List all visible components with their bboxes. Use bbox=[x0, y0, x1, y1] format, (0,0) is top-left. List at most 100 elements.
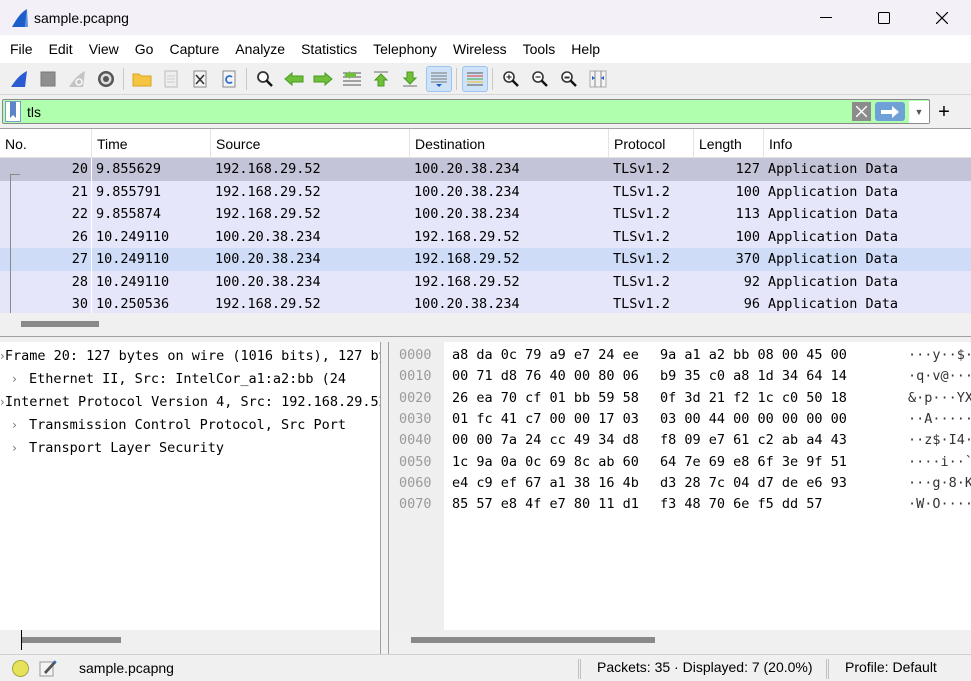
hex-ascii[interactable]: ···y··$· bbox=[908, 345, 971, 366]
close-file-button[interactable] bbox=[187, 66, 213, 92]
auto-scroll-button[interactable] bbox=[425, 65, 452, 92]
cell-source: 100.20.38.234 bbox=[215, 273, 321, 290]
details-tree-item[interactable]: › Transport Layer Security bbox=[0, 436, 380, 459]
bytes-horizontal-scrollbar[interactable] bbox=[389, 630, 971, 654]
colorize-button[interactable] bbox=[461, 65, 488, 92]
chevron-right-icon[interactable]: › bbox=[0, 372, 29, 386]
packet-row[interactable]: 26 10.249110 100.20.38.234 192.168.29.52 TLS… bbox=[0, 225, 971, 248]
zoom-in-button[interactable] bbox=[498, 66, 524, 92]
menu-wireless[interactable]: Wireless bbox=[445, 41, 515, 57]
hex-ascii[interactable]: ·q·v@··· bbox=[908, 366, 971, 387]
cell-source: 192.168.29.52 bbox=[215, 161, 321, 177]
column-header-length[interactable]: Length bbox=[694, 129, 764, 158]
resize-columns-button[interactable] bbox=[585, 66, 611, 92]
stop-capture-button[interactable] bbox=[35, 66, 61, 92]
capture-options-button[interactable] bbox=[93, 66, 119, 92]
hex-bytes-second[interactable]: 64 7e 69 e8 6f 3e 9f 51 bbox=[660, 452, 847, 473]
menu-go[interactable]: Go bbox=[127, 41, 162, 57]
packet-row[interactable]: 27 10.249110 100.20.38.234 192.168.29.52 TLS… bbox=[0, 248, 971, 271]
hex-ascii[interactable]: &·p···YX bbox=[908, 388, 971, 409]
packet-row[interactable]: 28 10.249110 100.20.38.234 192.168.29.52 TLS… bbox=[0, 270, 971, 293]
scrollbar-thumb[interactable] bbox=[411, 637, 655, 643]
add-filter-button-button[interactable]: + bbox=[934, 100, 954, 124]
edit-comment-icon[interactable] bbox=[39, 659, 57, 677]
hex-ascii[interactable]: ····i··` bbox=[908, 452, 971, 473]
restart-capture-button[interactable] bbox=[64, 66, 90, 92]
packet-row[interactable]: 21 9.855791 192.168.29.52 100.20.38.234 TLSv… bbox=[0, 180, 971, 203]
display-filter-input[interactable] bbox=[21, 100, 852, 123]
hex-bytes-second[interactable]: d3 28 7c 04 d7 de e6 93 bbox=[660, 473, 847, 494]
hex-bytes-second[interactable]: f8 09 e7 61 c2 ab a4 43 bbox=[660, 430, 847, 451]
menu-file[interactable]: File bbox=[2, 41, 41, 57]
expert-info-indicator-icon[interactable] bbox=[12, 659, 29, 677]
hex-bytes-first[interactable]: 00 71 d8 76 40 00 80 06 bbox=[452, 366, 639, 387]
menu-help[interactable]: Help bbox=[563, 41, 608, 57]
hex-bytes-second[interactable]: 03 00 44 00 00 00 00 00 bbox=[660, 409, 847, 430]
details-tree-item[interactable]: › Internet Protocol Version 4, Src: 192.1… bbox=[0, 390, 380, 413]
menu-tools[interactable]: Tools bbox=[515, 41, 564, 57]
gear-icon bbox=[97, 70, 114, 87]
hex-bytes-first[interactable]: 00 00 7a 24 cc 49 34 d8 bbox=[452, 430, 639, 451]
hex-ascii[interactable]: ·W·O···· bbox=[908, 494, 971, 515]
start-capture-button[interactable] bbox=[6, 66, 32, 92]
go-to-packet-button[interactable] bbox=[339, 66, 365, 92]
hex-bytes-first[interactable]: a8 da 0c 79 a9 e7 24 ee bbox=[452, 345, 639, 366]
packet-row[interactable]: 20 9.855629 192.168.29.52 100.20.38.234 TLSv… bbox=[0, 158, 971, 181]
details-tree-item[interactable]: › Frame 20: 127 bytes on wire (1016 bits)… bbox=[0, 344, 380, 367]
column-header-time[interactable]: Time bbox=[92, 129, 211, 158]
column-header-no[interactable]: No. bbox=[0, 129, 92, 158]
filter-history-dropdown[interactable]: ▼ bbox=[909, 100, 929, 123]
cell-destination: 192.168.29.52 bbox=[414, 228, 520, 245]
menu-view[interactable]: View bbox=[81, 41, 127, 57]
reload-file-button[interactable] bbox=[216, 66, 242, 92]
chevron-right-icon[interactable]: › bbox=[0, 418, 29, 432]
hex-bytes-first[interactable]: 26 ea 70 cf 01 bb 59 58 bbox=[452, 388, 639, 409]
details-horizontal-scrollbar[interactable] bbox=[0, 630, 380, 654]
hex-bytes-first[interactable]: 01 fc 41 c7 00 00 17 03 bbox=[452, 409, 639, 430]
hex-bytes-second[interactable]: f3 48 70 6e f5 dd 57 bbox=[660, 494, 823, 515]
packet-row[interactable]: 22 9.855874 192.168.29.52 100.20.38.234 TLSv… bbox=[0, 203, 971, 226]
close-button[interactable] bbox=[913, 0, 971, 35]
go-back-button[interactable] bbox=[281, 66, 307, 92]
scrollbar-thumb[interactable] bbox=[21, 321, 99, 327]
go-forward-button[interactable] bbox=[310, 66, 336, 92]
menu-capture[interactable]: Capture bbox=[161, 41, 227, 57]
hex-ascii[interactable]: ···g·8·K bbox=[908, 473, 971, 494]
filter-bookmark-button[interactable] bbox=[5, 101, 21, 122]
hex-bytes-first[interactable]: e4 c9 ef 67 a1 38 16 4b bbox=[452, 473, 639, 494]
details-tree-item[interactable]: › Ethernet II, Src: IntelCor_a1:a2:bb (24 bbox=[0, 367, 380, 390]
hex-ascii[interactable]: ··z$·I4· bbox=[908, 430, 971, 451]
hex-bytes-second[interactable]: b9 35 c0 a8 1d 34 64 14 bbox=[660, 366, 847, 387]
arrow-right-icon bbox=[313, 71, 333, 86]
find-packet-button[interactable] bbox=[252, 66, 278, 92]
normal-size-button[interactable] bbox=[556, 66, 582, 92]
hex-ascii[interactable]: ··A····· bbox=[908, 409, 971, 430]
go-last-button[interactable] bbox=[397, 66, 423, 92]
column-header-info[interactable]: Info bbox=[764, 129, 971, 158]
hex-bytes-second[interactable]: 0f 3d 21 f2 1c c0 50 18 bbox=[660, 388, 847, 409]
menu-edit[interactable]: Edit bbox=[41, 41, 81, 57]
column-header-protocol[interactable]: Protocol bbox=[609, 129, 694, 158]
chevron-right-icon[interactable]: › bbox=[0, 441, 29, 455]
menu-analyze[interactable]: Analyze bbox=[227, 41, 293, 57]
packet-list-horizontal-scrollbar[interactable] bbox=[0, 313, 971, 336]
go-first-button[interactable] bbox=[368, 66, 394, 92]
clear-filter-button[interactable] bbox=[852, 102, 871, 121]
cell-info: Application Data bbox=[768, 183, 899, 200]
details-tree-item[interactable]: › Transmission Control Protocol, Src Port bbox=[0, 413, 380, 436]
column-header-source[interactable]: Source bbox=[211, 129, 410, 158]
zoom-out-button[interactable] bbox=[527, 66, 553, 92]
hex-bytes-first[interactable]: 1c 9a 0a 0c 69 8c ab 60 bbox=[452, 452, 639, 473]
hex-bytes-second[interactable]: 9a a1 a2 bb 08 00 45 00 bbox=[660, 345, 847, 366]
save-file-button[interactable] bbox=[158, 66, 184, 92]
apply-filter-button[interactable] bbox=[875, 102, 905, 121]
scrollbar-thumb[interactable] bbox=[21, 637, 121, 643]
column-header-destination[interactable]: Destination bbox=[410, 129, 609, 158]
minimize-button[interactable] bbox=[797, 0, 855, 35]
menu-telephony[interactable]: Telephony bbox=[365, 41, 445, 57]
open-file-button[interactable] bbox=[129, 66, 155, 92]
menu-statistics[interactable]: Statistics bbox=[293, 41, 365, 57]
hex-bytes-first[interactable]: 85 57 e8 4f e7 80 11 d1 bbox=[452, 494, 639, 515]
maximize-button[interactable] bbox=[855, 0, 913, 35]
status-profile[interactable]: Profile: Default bbox=[845, 659, 937, 675]
